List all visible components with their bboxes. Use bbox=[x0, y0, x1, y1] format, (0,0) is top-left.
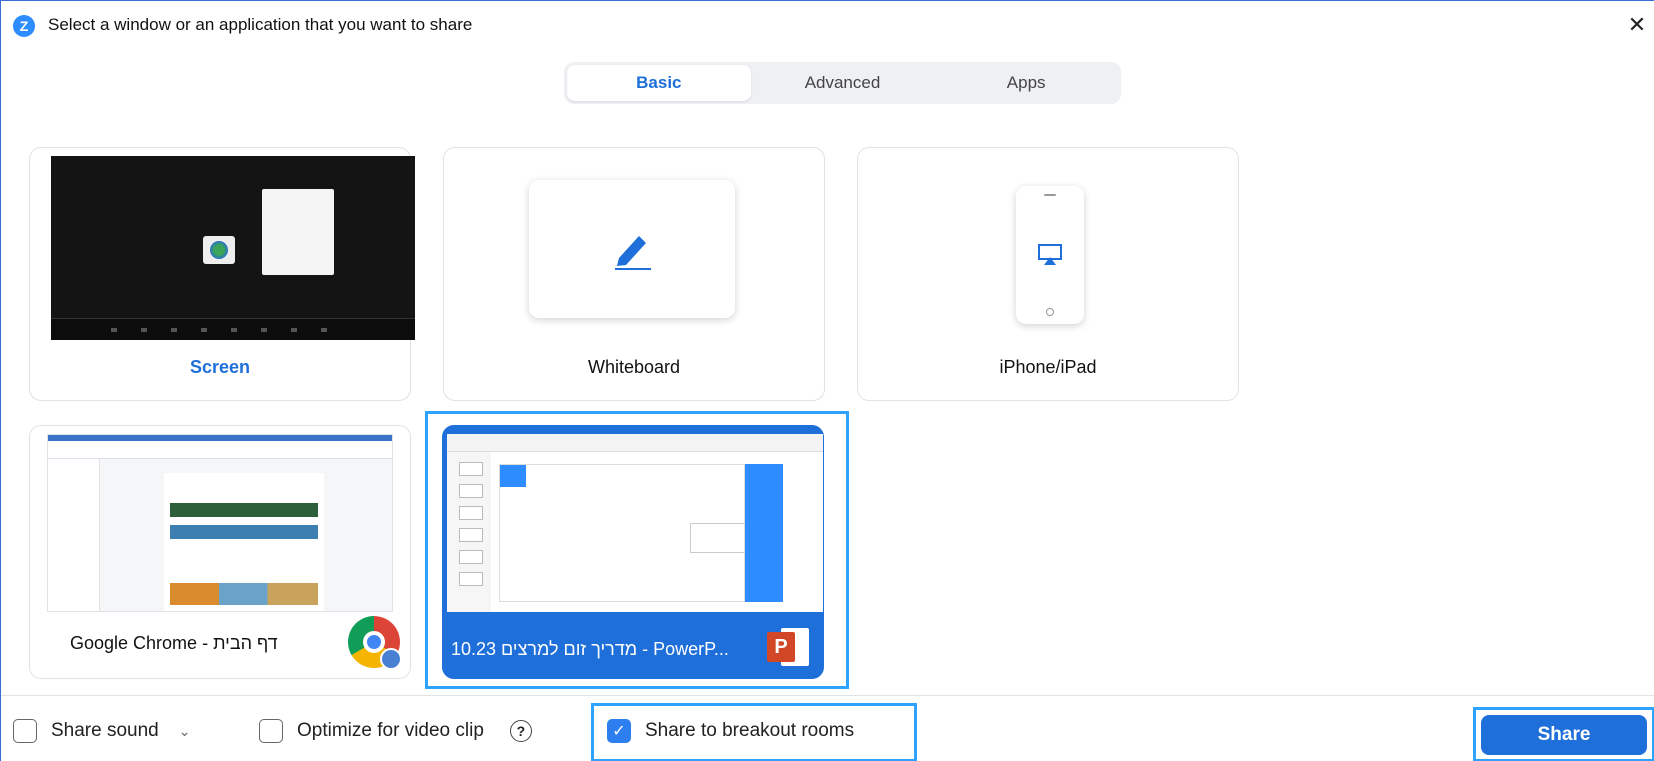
breakout-rooms-label: Share to breakout rooms bbox=[645, 720, 855, 741]
footer-divider bbox=[1, 695, 1654, 696]
whiteboard-preview bbox=[529, 180, 735, 318]
pen-icon bbox=[615, 236, 651, 270]
share-option-powerpoint[interactable]: 10.23 מדריך זום למרצים - PowerP... P bbox=[442, 425, 824, 679]
share-sound-option: Share sound ⌄ bbox=[13, 719, 190, 743]
close-button[interactable]: ✕ bbox=[1625, 12, 1649, 37]
iphone-label: iPhone/iPad bbox=[999, 357, 1097, 377]
thumbnail-desktop-icon bbox=[203, 236, 235, 264]
dialog-title: Select a window or an application that y… bbox=[48, 15, 473, 34]
phone-speaker bbox=[1044, 194, 1056, 196]
powerpoint-label: 10.23 מדריך זום למרצים - PowerP... bbox=[451, 639, 729, 659]
chevron-down-icon[interactable]: ⌄ bbox=[179, 723, 191, 740]
screen-label: Screen bbox=[189, 357, 251, 377]
optimize-video-checkbox[interactable] bbox=[259, 719, 283, 743]
optimize-video-option: Optimize for video clip ? bbox=[259, 719, 532, 743]
screen-thumbnail bbox=[51, 156, 415, 340]
user-badge-icon bbox=[380, 648, 402, 670]
chrome-thumbnail bbox=[47, 434, 393, 612]
chrome-icon bbox=[348, 616, 402, 670]
info-icon[interactable]: ? bbox=[509, 720, 532, 742]
share-tabs: Basic Advanced Apps bbox=[564, 62, 1121, 104]
share-option-iphone-ipad[interactable]: iPhone/iPad bbox=[857, 147, 1239, 401]
title-bar: Z Select a window or an application that… bbox=[1, 1, 1654, 49]
zoom-logo-icon: Z bbox=[13, 15, 35, 37]
whiteboard-label: Whiteboard bbox=[587, 357, 681, 377]
breakout-rooms-option: ✓ Share to breakout rooms bbox=[607, 719, 854, 743]
breakout-rooms-checkbox[interactable]: ✓ bbox=[607, 719, 631, 743]
share-sound-label: Share sound bbox=[51, 720, 159, 741]
powerpoint-thumbnail bbox=[447, 434, 823, 612]
share-option-chrome[interactable]: Google Chrome - דף הבית bbox=[29, 425, 411, 679]
thumbnail-taskbar bbox=[51, 318, 415, 340]
share-sound-checkbox[interactable] bbox=[13, 719, 37, 743]
tab-advanced[interactable]: Advanced bbox=[751, 65, 935, 101]
share-option-screen[interactable]: Screen bbox=[29, 147, 415, 401]
share-button[interactable]: Share bbox=[1481, 715, 1647, 755]
optimize-video-label: Optimize for video clip bbox=[297, 720, 484, 741]
phone-preview bbox=[1016, 186, 1084, 324]
share-option-whiteboard[interactable]: Whiteboard bbox=[443, 147, 825, 401]
tab-basic[interactable]: Basic bbox=[567, 65, 751, 101]
powerpoint-icon: P bbox=[767, 626, 809, 668]
thumbnail-window bbox=[262, 189, 334, 275]
tab-apps[interactable]: Apps bbox=[934, 65, 1118, 101]
airplay-icon bbox=[1038, 244, 1062, 265]
phone-home-button bbox=[1046, 308, 1054, 316]
share-screen-dialog: Z Select a window or an application that… bbox=[0, 0, 1654, 761]
